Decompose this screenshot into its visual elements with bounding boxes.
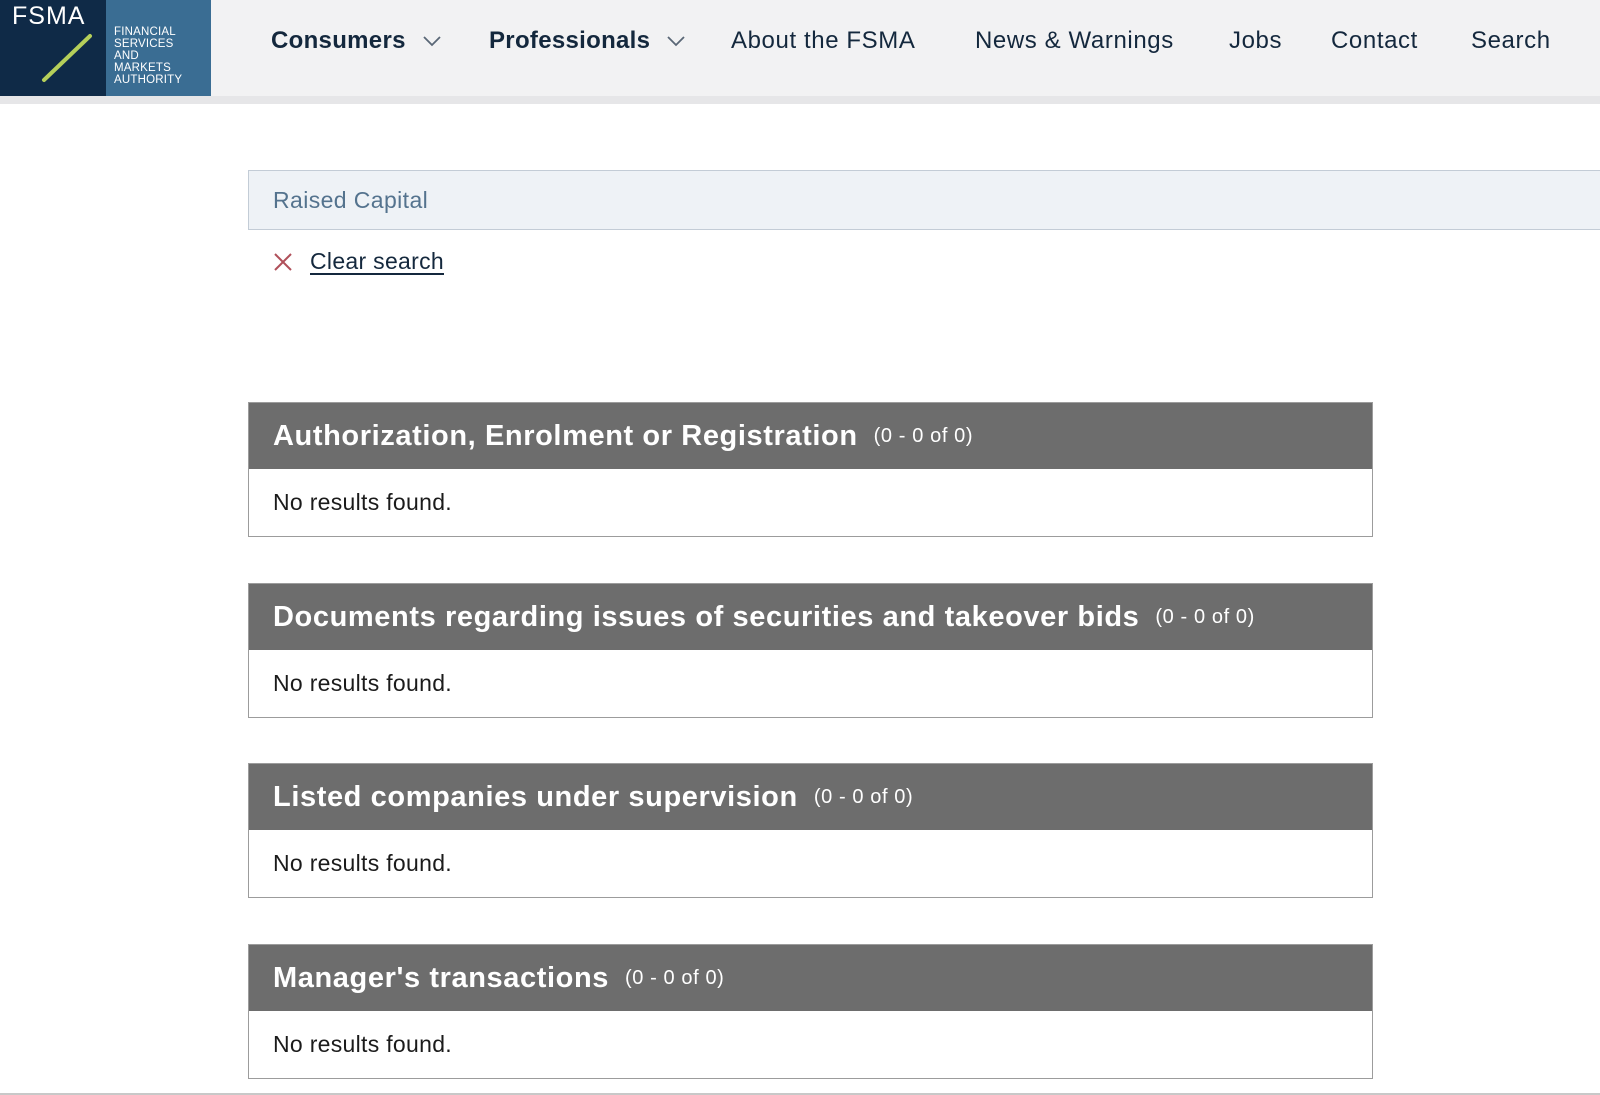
chevron-down-icon — [667, 36, 685, 47]
nav-jobs-label: Jobs — [1229, 27, 1283, 54]
nav-search-label: Search — [1471, 27, 1551, 54]
nav-professionals-label: Professionals — [489, 27, 651, 54]
section-count: (0 - 0 of 0) — [813, 785, 914, 808]
section-count: (0 - 0 of 0) — [624, 966, 725, 989]
clear-search-link[interactable]: Clear search — [272, 248, 444, 275]
main-nav: Consumers Professionals About the FSMA N… — [0, 0, 1600, 86]
nav-search[interactable]: Search — [1471, 27, 1551, 55]
section-title: Documents regarding issues of securities… — [273, 600, 1140, 633]
section-title: Authorization, Enrolment or Registration — [273, 419, 858, 452]
nav-about[interactable]: About the FSMA — [731, 27, 916, 55]
section-count: (0 - 0 of 0) — [873, 424, 974, 447]
results-section-documents: Documents regarding issues of securities… — [248, 583, 1373, 718]
clear-search-label: Clear search — [310, 248, 444, 274]
section-message: No results found. — [249, 469, 1372, 536]
results-section-managers-transactions: Manager's transactions (0 - 0 of 0) No r… — [248, 944, 1373, 1079]
section-title: Listed companies under supervision — [273, 780, 798, 813]
section-message: No results found. — [249, 650, 1372, 717]
nav-jobs[interactable]: Jobs — [1229, 27, 1282, 55]
nav-consumers[interactable]: Consumers — [271, 27, 442, 55]
nav-contact[interactable]: Contact — [1331, 27, 1418, 55]
section-header: Manager's transactions (0 - 0 of 0) — [249, 945, 1372, 1011]
section-header: Listed companies under supervision (0 - … — [249, 764, 1372, 830]
site-header: FSMA Financial Services and Markets Auth… — [0, 0, 1600, 104]
chevron-down-icon — [423, 36, 441, 47]
nav-news-label: News & Warnings — [975, 27, 1174, 54]
search-input[interactable] — [249, 171, 1600, 229]
close-icon — [274, 252, 292, 271]
nav-about-label: About the FSMA — [731, 27, 916, 54]
section-header: Documents regarding issues of securities… — [249, 584, 1372, 650]
section-title: Manager's transactions — [273, 961, 609, 994]
nav-contact-label: Contact — [1331, 27, 1418, 54]
search-field-container — [248, 170, 1600, 230]
results-section-authorization: Authorization, Enrolment or Registration… — [248, 402, 1373, 537]
nav-professionals[interactable]: Professionals — [489, 27, 686, 55]
section-count: (0 - 0 of 0) — [1155, 605, 1255, 628]
nav-consumers-label: Consumers — [271, 27, 406, 54]
section-header: Authorization, Enrolment or Registration… — [249, 403, 1372, 469]
nav-news-warnings[interactable]: News & Warnings — [975, 27, 1174, 55]
section-message: No results found. — [249, 830, 1372, 897]
results-section-listed-companies: Listed companies under supervision (0 - … — [248, 763, 1373, 898]
section-message: No results found. — [249, 1011, 1372, 1078]
